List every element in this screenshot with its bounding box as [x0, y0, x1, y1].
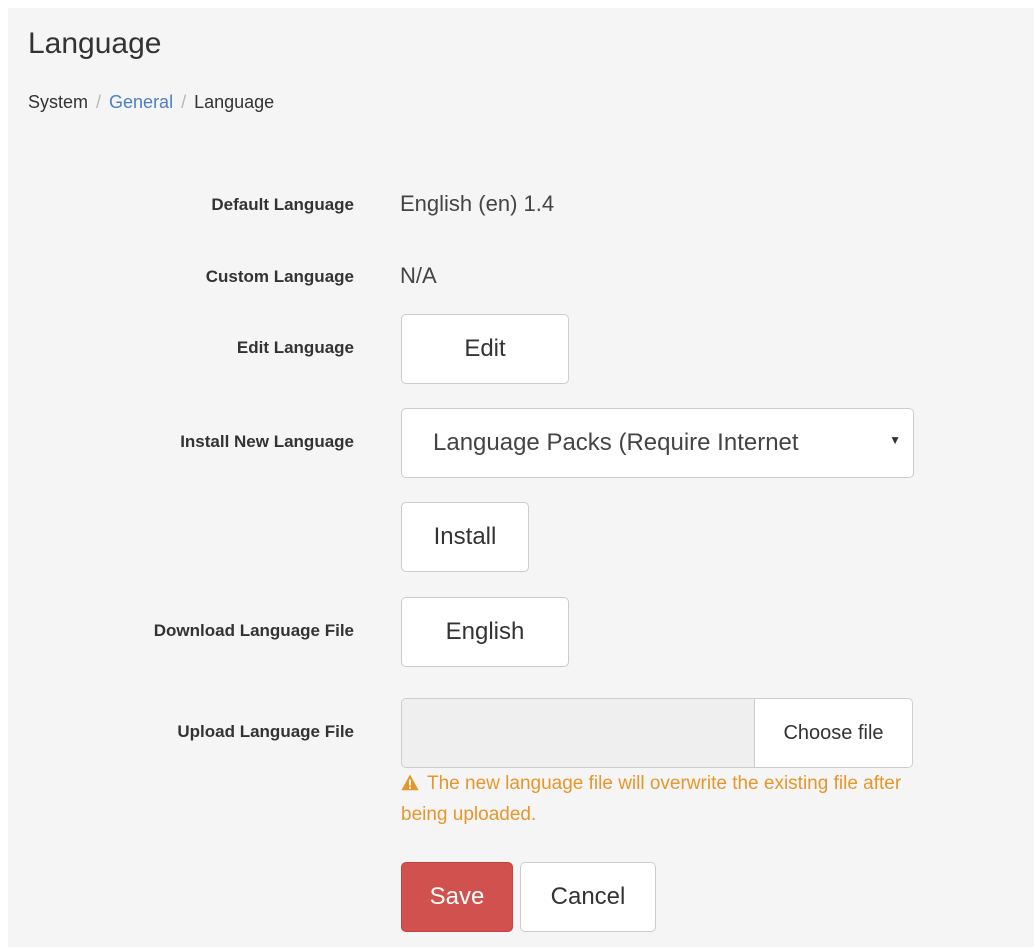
- custom-language-label: Custom Language: [205, 267, 354, 286]
- upload-warning-text: The new language file will overwrite the…: [401, 773, 902, 825]
- choose-file-button[interactable]: Choose file: [755, 699, 912, 767]
- breadcrumb-separator: /: [181, 92, 187, 112]
- language-file-input[interactable]: Choose file: [401, 698, 913, 768]
- default-language-value: English (en) 1.4: [400, 191, 555, 216]
- breadcrumb-separator: /: [96, 92, 102, 112]
- breadcrumb: System / General / Language: [28, 92, 274, 113]
- breadcrumb-item-system: System: [28, 92, 89, 112]
- edit-language-label: Edit Language: [236, 338, 354, 357]
- breadcrumb-item-current: Language: [194, 92, 275, 112]
- cancel-button[interactable]: Cancel: [520, 862, 656, 932]
- default-language-label: Default Language: [211, 195, 354, 214]
- language-pack-select[interactable]: Language Packs (Require Internet ▼: [401, 408, 914, 478]
- install-button[interactable]: Install: [401, 502, 529, 572]
- chevron-down-icon: ▼: [889, 433, 901, 447]
- upload-warning: The new language file will overwrite the…: [401, 769, 921, 829]
- file-name-display[interactable]: [402, 699, 755, 767]
- download-language-button[interactable]: English: [401, 597, 569, 667]
- download-language-label: Download Language File: [153, 621, 354, 640]
- upload-language-label: Upload Language File: [177, 722, 354, 741]
- language-pack-select-value: Language Packs (Require Internet: [433, 429, 799, 456]
- page-title: Language: [28, 27, 162, 60]
- language-settings-page: Language System / General / Language Default…: [8, 8, 1034, 947]
- install-language-label: Install New Language: [180, 432, 354, 451]
- custom-language-value: N/A: [400, 263, 437, 288]
- breadcrumb-link-general[interactable]: General: [109, 92, 173, 112]
- save-button[interactable]: Save: [401, 862, 513, 932]
- edit-language-button[interactable]: Edit: [401, 314, 569, 384]
- warning-triangle-icon: [401, 771, 419, 800]
